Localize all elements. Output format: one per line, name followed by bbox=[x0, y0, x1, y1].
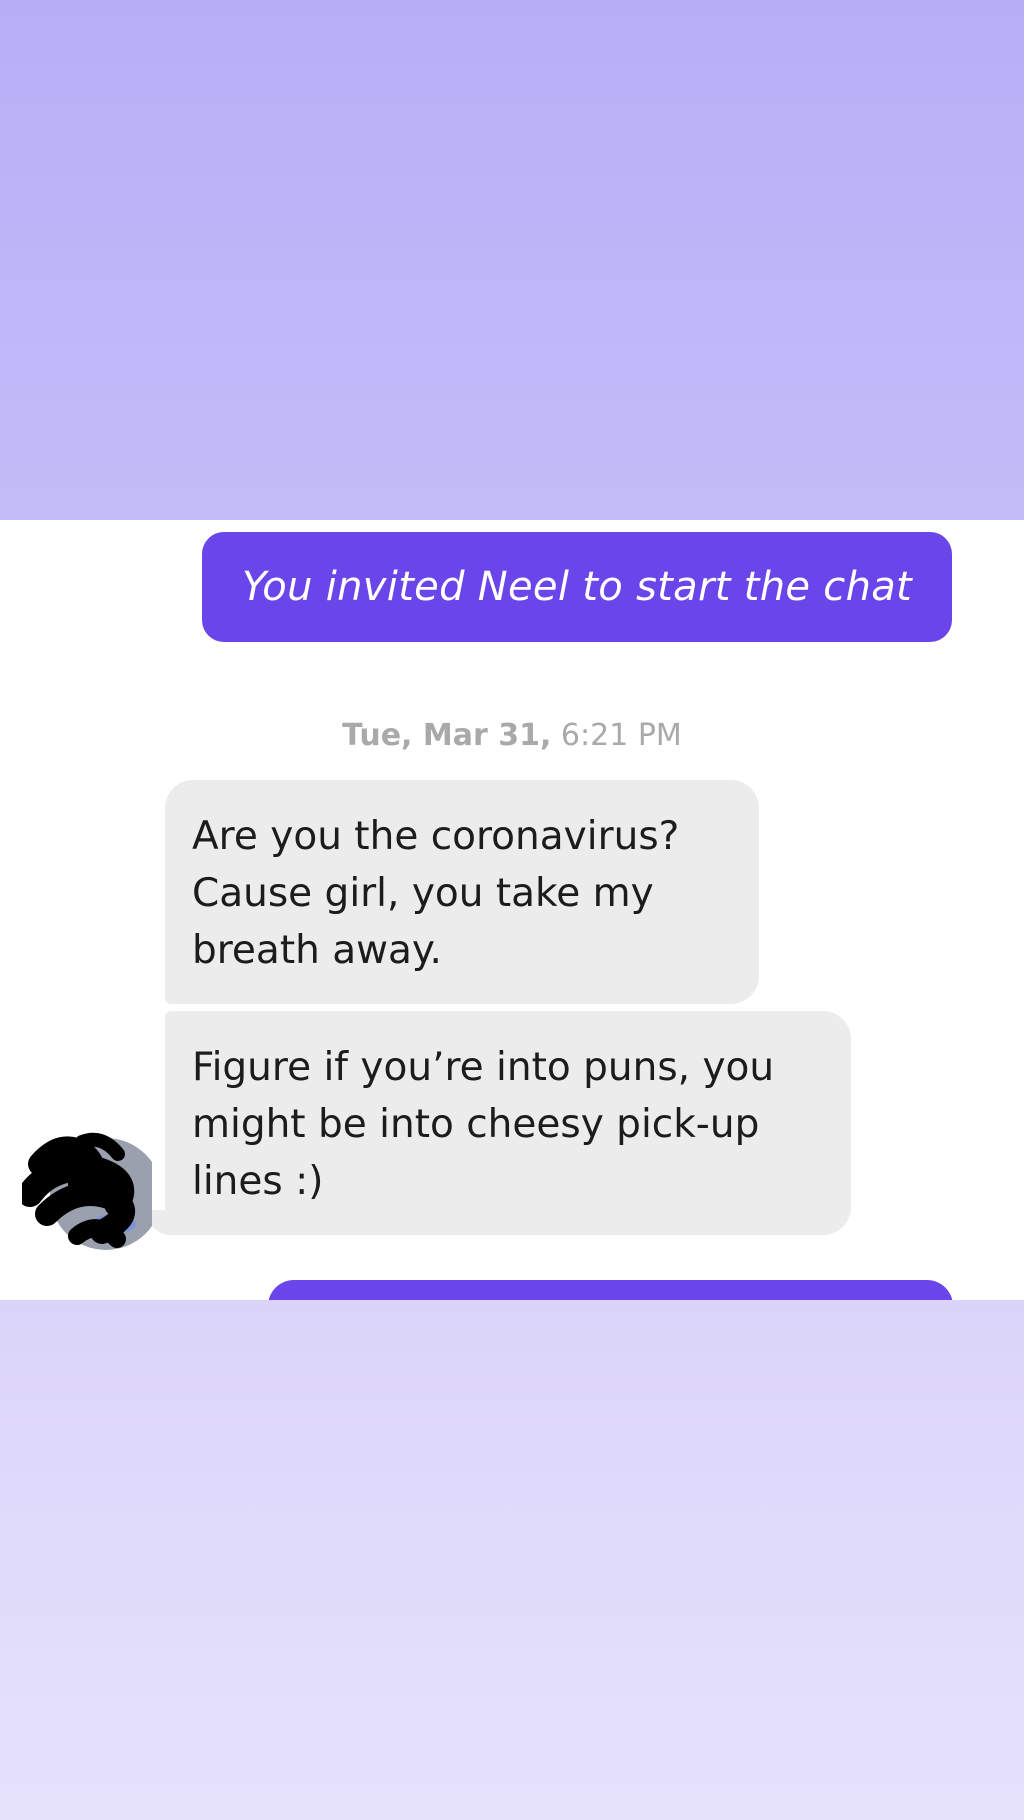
avatar-redacted-icon[interactable] bbox=[17, 1124, 162, 1254]
timestamp-date: Tue, Mar 31, bbox=[342, 718, 552, 753]
timestamp-time: 6:21 PM bbox=[560, 718, 682, 753]
invite-message-bubble: You invited Neel to start the chat bbox=[202, 532, 952, 642]
message-timestamp: Tue, Mar 31, 6:21 PM bbox=[0, 718, 1024, 753]
received-message[interactable]: Figure if you’re into puns, you might be… bbox=[165, 1011, 851, 1235]
sent-message-bubble-partial[interactable] bbox=[268, 1280, 953, 1300]
background-bottom bbox=[0, 1300, 1024, 1820]
avatar-image bbox=[17, 1132, 162, 1250]
received-message[interactable]: Are you the coronavirus? Cause girl, you… bbox=[165, 780, 759, 1004]
invite-message-text: You invited Neel to start the chat bbox=[241, 564, 913, 610]
background-top bbox=[0, 0, 1024, 520]
chat-thread[interactable]: You invited Neel to start the chat Tue, … bbox=[0, 520, 1024, 1300]
